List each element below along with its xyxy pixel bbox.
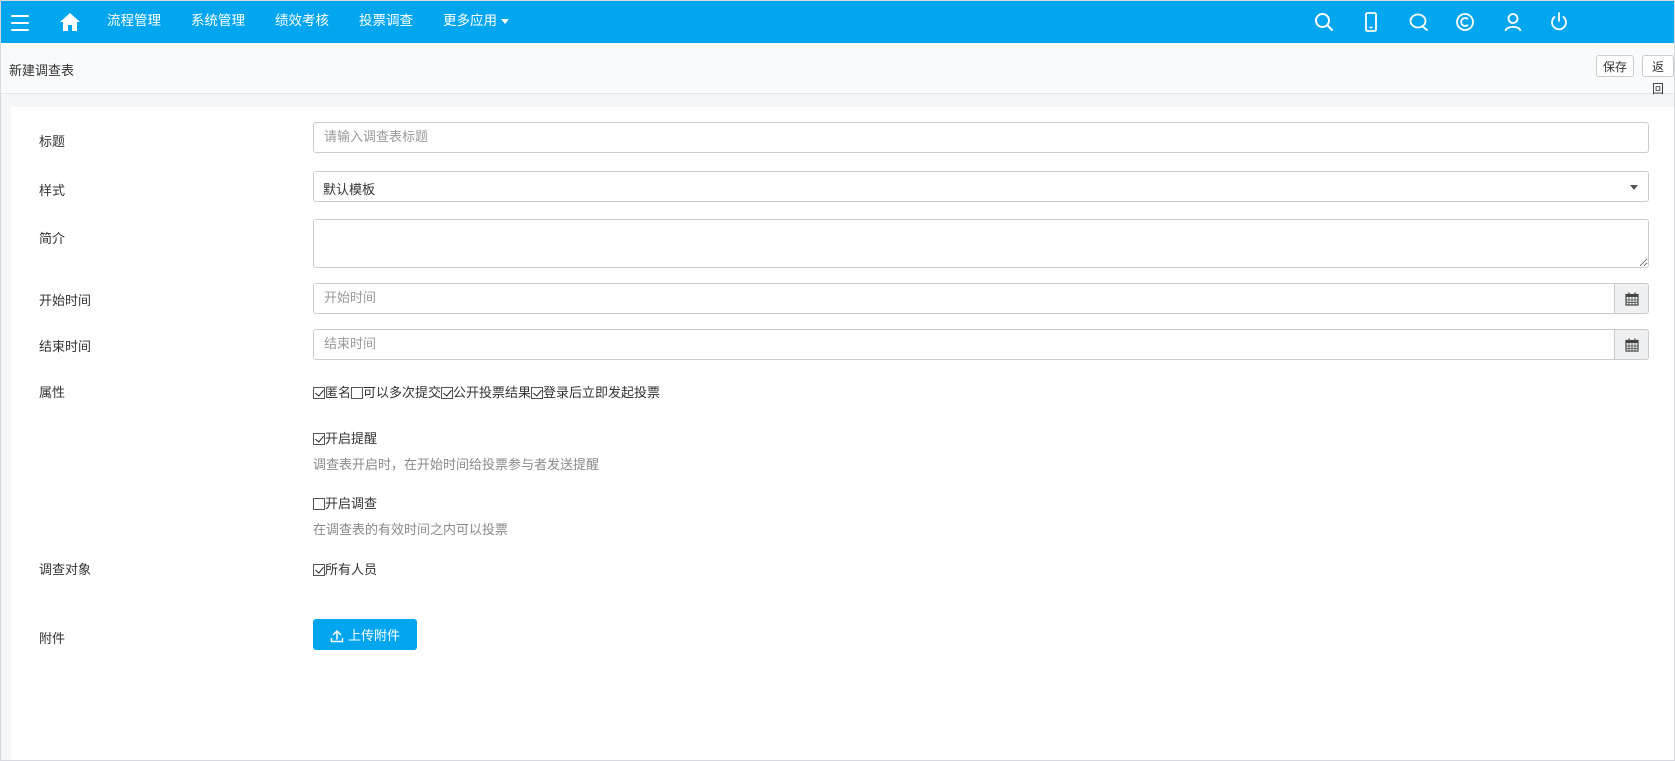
mobile-icon[interactable] (1360, 11, 1382, 33)
option-vote-after-login[interactable]: 登录后立即发起投票 (531, 386, 660, 401)
target-label: 调查对象 (39, 563, 92, 578)
upload-attachment-button[interactable]: 上传附件 (313, 619, 417, 650)
save-button[interactable]: 保存 (1596, 55, 1635, 77)
attributes-label: 属性 (39, 386, 66, 401)
attributes-options: 匿名 可以多次提交 公开投票结果 登录后立即发起投票 (313, 382, 660, 401)
title-label: 标题 (39, 135, 66, 150)
back-button[interactable]: 返回 (1642, 55, 1674, 96)
page-header: 新建调查表 保存 返回 (1, 43, 1674, 96)
end-time-input[interactable] (313, 329, 1615, 360)
checkbox[interactable] (313, 498, 325, 510)
checkbox[interactable] (313, 387, 325, 399)
checkbox[interactable] (351, 387, 364, 399)
checkbox[interactable] (313, 564, 325, 576)
start-time-input[interactable] (313, 283, 1615, 314)
nav-item-process[interactable]: 流程管理 (107, 1, 161, 43)
option-survey-label: 开启调查 (325, 497, 378, 512)
option-vote-after-login-label: 登录后立即发起投票 (543, 386, 661, 401)
nav-item-more-apps[interactable]: 更多应用 (443, 1, 509, 43)
calendar-icon (1625, 338, 1639, 352)
checkbox[interactable] (531, 387, 544, 399)
option-all-people[interactable]: 所有人员 (313, 559, 377, 578)
user-icon[interactable] (1502, 11, 1524, 33)
chat-icon[interactable] (1408, 11, 1430, 33)
nav-item-more-apps-label: 更多应用 (443, 13, 497, 29)
calendar-icon (1625, 292, 1639, 306)
search-icon[interactable] (1313, 11, 1335, 33)
survey-form: 标题 样式 默认模板 简介 开始时间 结束时间 (11, 107, 1674, 760)
start-calendar-button[interactable] (1615, 283, 1649, 314)
option-survey[interactable]: 开启调查 (313, 493, 377, 512)
copyright-icon[interactable] (1454, 11, 1476, 33)
intro-textarea[interactable] (313, 219, 1649, 268)
end-time-label: 结束时间 (39, 340, 92, 355)
option-public-results-label: 公开投票结果 (453, 386, 532, 401)
attachment-label: 附件 (39, 632, 66, 647)
checkbox[interactable] (313, 433, 325, 445)
intro-label: 简介 (39, 232, 66, 247)
title-input[interactable] (313, 122, 1649, 153)
survey-hint: 在调查表的有效时间之内可以投票 (313, 523, 509, 538)
option-public-results[interactable]: 公开投票结果 (441, 386, 531, 401)
main-nav: 流程管理 系统管理 绩效考核 投票调查 更多应用 (107, 1, 539, 43)
home-icon[interactable] (59, 12, 81, 32)
top-nav-bar: 流程管理 系统管理 绩效考核 投票调查 更多应用 (1, 1, 1674, 43)
checkbox[interactable] (441, 387, 454, 399)
page-title: 新建调查表 (9, 64, 75, 79)
nav-item-system[interactable]: 系统管理 (191, 1, 245, 43)
option-all-people-label: 所有人员 (325, 563, 378, 578)
option-reminder[interactable]: 开启提醒 (313, 428, 377, 447)
power-icon[interactable] (1548, 11, 1570, 33)
chevron-down-icon (501, 18, 509, 24)
style-label: 样式 (39, 184, 66, 199)
style-select[interactable]: 默认模板 (313, 171, 1649, 202)
end-calendar-button[interactable] (1615, 329, 1649, 360)
option-anonymous-label: 匿名 (325, 386, 352, 401)
reminder-hint: 调查表开启时，在开始时间给投票参与者发送提醒 (313, 458, 600, 473)
chevron-down-icon (1630, 185, 1638, 190)
upload-attachment-label: 上传附件 (347, 629, 400, 644)
style-select-value: 默认模板 (323, 183, 376, 198)
app-window: 流程管理 系统管理 绩效考核 投票调查 更多应用 新建调查表 保存 返回 标题 … (0, 0, 1675, 761)
nav-item-vote-survey[interactable]: 投票调查 (359, 1, 413, 43)
option-reminder-label: 开启提醒 (325, 432, 378, 447)
start-time-label: 开始时间 (39, 294, 92, 309)
nav-item-performance[interactable]: 绩效考核 (275, 1, 329, 43)
menu-icon[interactable] (11, 10, 29, 34)
option-multiple-submit-label: 可以多次提交 (363, 386, 442, 401)
option-multiple-submit[interactable]: 可以多次提交 (351, 386, 441, 401)
option-anonymous[interactable]: 匿名 (313, 386, 351, 401)
upload-icon (330, 630, 344, 643)
